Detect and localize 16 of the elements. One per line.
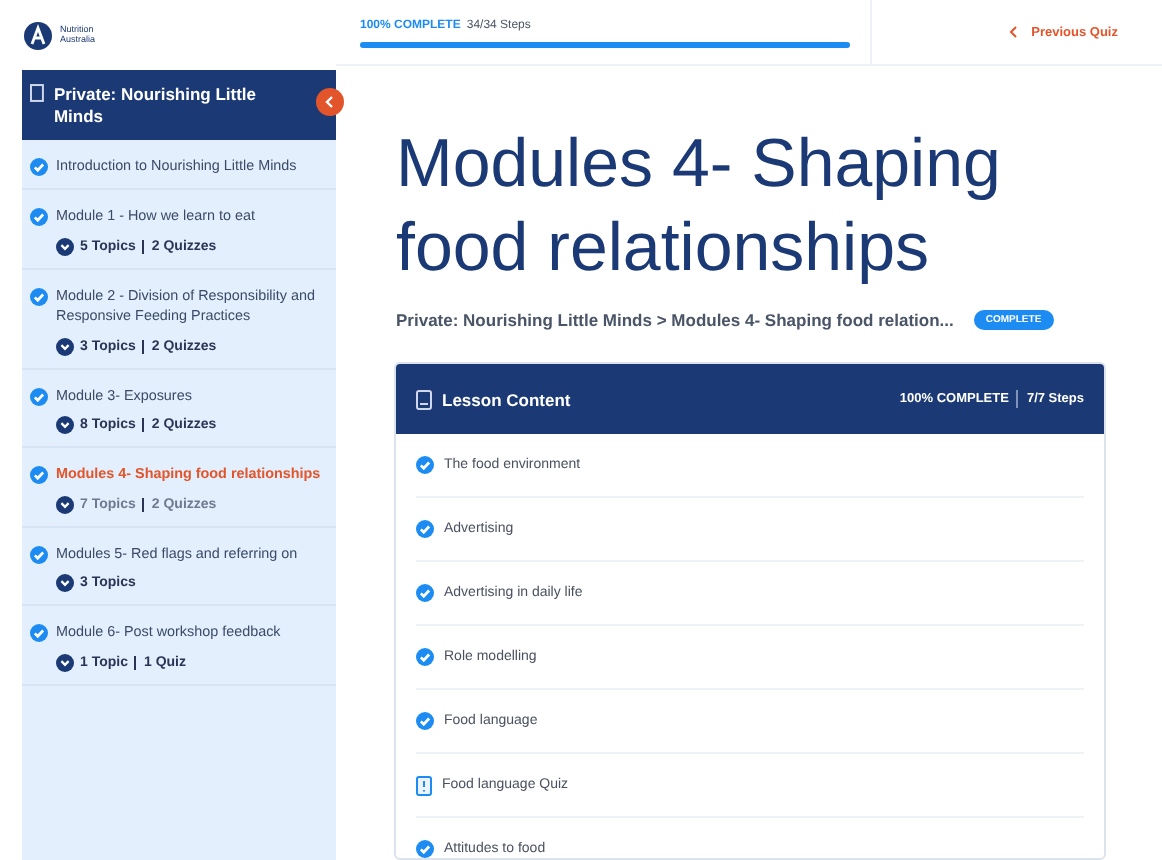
- breadcrumb: Private: Nourishing Little Minds > Modules 4- Shaping food relation...: [396, 310, 954, 331]
- chevron-left-icon: [324, 96, 336, 108]
- chevron-left-icon: [1007, 26, 1018, 39]
- book-icon: [416, 389, 432, 410]
- expand-icon[interactable]: [56, 337, 74, 356]
- logo-icon: [24, 21, 52, 49]
- expand-icon[interactable]: [56, 574, 74, 593]
- expand-icon[interactable]: [56, 416, 74, 435]
- page-title: Modules 4- Shaping food relationships: [396, 124, 1003, 291]
- collapse-button[interactable]: [316, 88, 344, 116]
- expand-icon[interactable]: [56, 653, 74, 671]
- card-title: Lesson Content: [442, 389, 573, 410]
- expand-icon[interactable]: [56, 237, 74, 256]
- book-icon: [30, 84, 44, 102]
- course-title: Private: Nourishing Little Minds: [53, 84, 259, 128]
- expand-icon[interactable]: [56, 495, 74, 514]
